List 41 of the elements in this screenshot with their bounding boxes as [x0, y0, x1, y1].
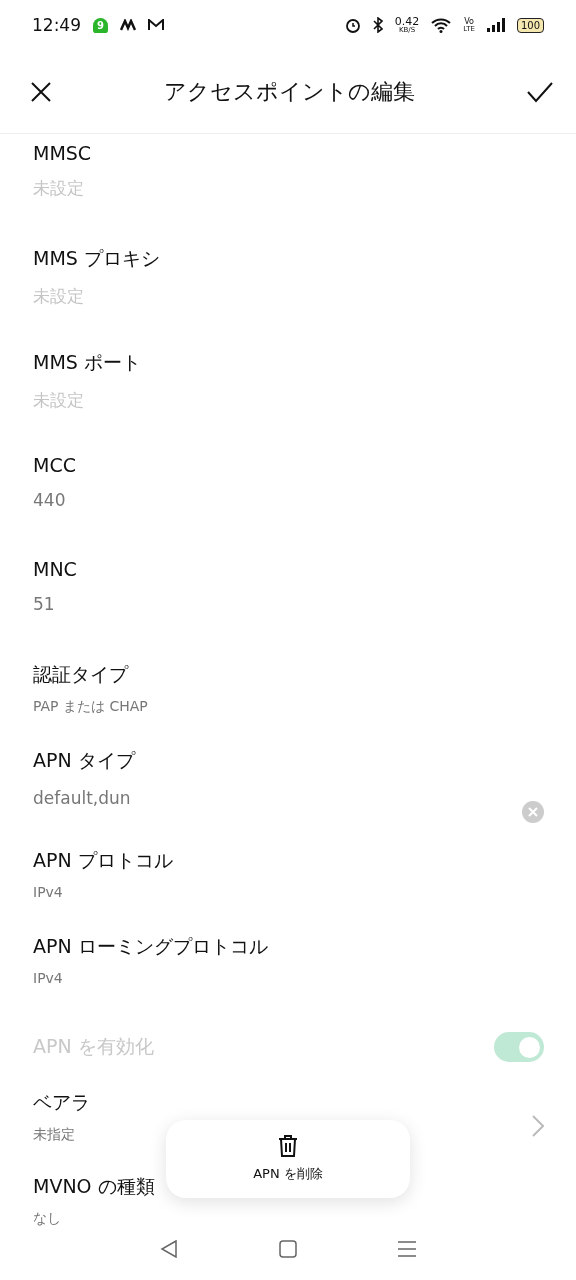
field-label: MMS プロキシ — [33, 246, 160, 271]
setting-value: IPv4 — [33, 970, 63, 986]
field-label: APN タイプ — [33, 748, 135, 773]
battery-indicator: 100 — [516, 17, 544, 33]
setting-label[interactable]: APN プロトコル — [33, 848, 173, 874]
menu-icon[interactable] — [397, 1241, 416, 1257]
bluetooth-icon — [372, 17, 383, 33]
input-field[interactable]: 440 — [33, 490, 433, 510]
setting-label[interactable]: APN ローミングプロトコル — [33, 934, 268, 960]
home-icon[interactable] — [279, 1240, 297, 1258]
setting-value: PAP または CHAP — [33, 698, 148, 716]
notification-badge: 9 — [93, 17, 108, 33]
input-field[interactable]: default,dun — [33, 788, 433, 808]
delete-apn-button[interactable]: APN を削除 — [166, 1120, 410, 1198]
page-title: アクセスポイントの編集 — [162, 77, 416, 106]
input-field[interactable]: 未設定 — [33, 390, 433, 410]
input-field[interactable]: 未設定 — [33, 286, 433, 306]
m-logo-icon — [119, 19, 136, 31]
volte-label: Vo — [464, 17, 474, 26]
field-label: MCC — [33, 454, 76, 476]
field-label: MNC — [33, 558, 77, 580]
setting-value: なし — [33, 1210, 61, 1228]
setting-label[interactable]: MVNO の種類 — [33, 1174, 155, 1200]
setting-value: 未指定 — [33, 1126, 75, 1144]
field-label: MMS ポート — [33, 350, 141, 375]
mail-icon — [147, 19, 164, 31]
back-icon[interactable] — [160, 1240, 179, 1258]
input-field[interactable]: 未設定 — [33, 178, 433, 198]
setting-label[interactable]: 認証タイプ — [33, 662, 128, 688]
input-field[interactable]: 51 — [33, 594, 433, 614]
field-label: MMSC — [33, 142, 92, 164]
setting-value: IPv4 — [33, 884, 63, 900]
trash-icon — [278, 1135, 298, 1157]
signal-icon — [486, 18, 505, 32]
setting-label[interactable]: ベアラ — [33, 1090, 90, 1116]
status-time: 12:49 — [32, 16, 81, 34]
network-speed: 0.42 — [394, 16, 420, 27]
confirm-button[interactable] — [526, 80, 554, 103]
close-button[interactable] — [30, 80, 52, 103]
wifi-icon — [431, 17, 452, 33]
alarm-icon — [344, 17, 361, 33]
